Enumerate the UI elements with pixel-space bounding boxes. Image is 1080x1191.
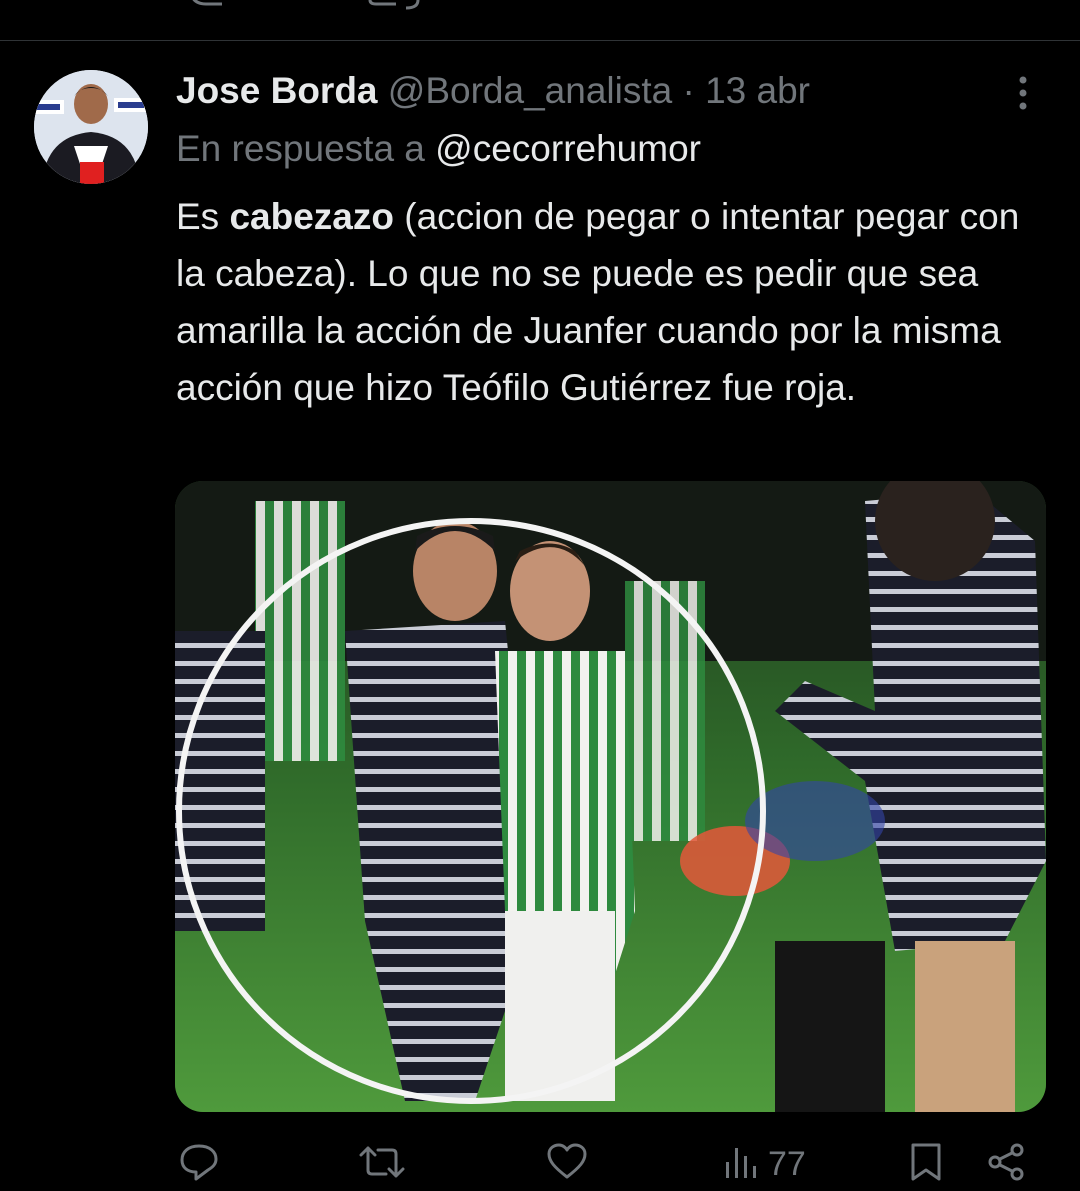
share-icon[interactable] bbox=[986, 1142, 1026, 1182]
header-separator: · bbox=[682, 70, 695, 111]
tweet-text-bold: cabezazo bbox=[229, 196, 394, 237]
reply-context: En respuesta a @cecorrehumor bbox=[176, 124, 701, 174]
analytics-icon[interactable] bbox=[722, 0, 812, 14]
previous-tweet-action-bar bbox=[0, 0, 1080, 40]
author-handle[interactable]: @Borda_analista bbox=[388, 70, 672, 111]
avatar[interactable] bbox=[34, 70, 148, 184]
views-count[interactable]: 77 bbox=[768, 1144, 806, 1184]
author-name[interactable]: Jose Borda bbox=[176, 70, 378, 111]
tweet-divider bbox=[0, 40, 1080, 41]
heart-icon[interactable] bbox=[550, 0, 640, 14]
share-icon[interactable] bbox=[1000, 0, 1034, 14]
avatar-photo bbox=[34, 70, 148, 184]
retweet-icon[interactable] bbox=[366, 0, 430, 14]
tweet-text: Es cabezazo (accion de pegar o intentar … bbox=[176, 188, 1056, 416]
heart-icon[interactable] bbox=[546, 1142, 588, 1182]
reply-prefix: En respuesta a bbox=[176, 128, 425, 169]
reply-icon[interactable] bbox=[178, 1142, 220, 1182]
tweet-date[interactable]: 13 abr bbox=[705, 70, 810, 111]
tweet-media[interactable] bbox=[175, 481, 1046, 1112]
media-photo bbox=[175, 481, 1046, 1112]
more-vertical-icon[interactable] bbox=[1008, 74, 1038, 114]
bookmark-icon[interactable] bbox=[906, 1142, 946, 1182]
analytics-icon[interactable] bbox=[722, 1142, 760, 1182]
tweet-header: Jose Borda @Borda_analista · 13 abr bbox=[176, 66, 810, 116]
reply-mention[interactable]: @cecorrehumor bbox=[435, 128, 701, 169]
bookmark-icon[interactable] bbox=[906, 0, 946, 14]
retweet-icon[interactable] bbox=[358, 1142, 406, 1182]
reply-icon[interactable] bbox=[186, 0, 226, 14]
tweet-action-bar bbox=[0, 1130, 1080, 1191]
tweet-text-part1: Es bbox=[176, 196, 230, 237]
